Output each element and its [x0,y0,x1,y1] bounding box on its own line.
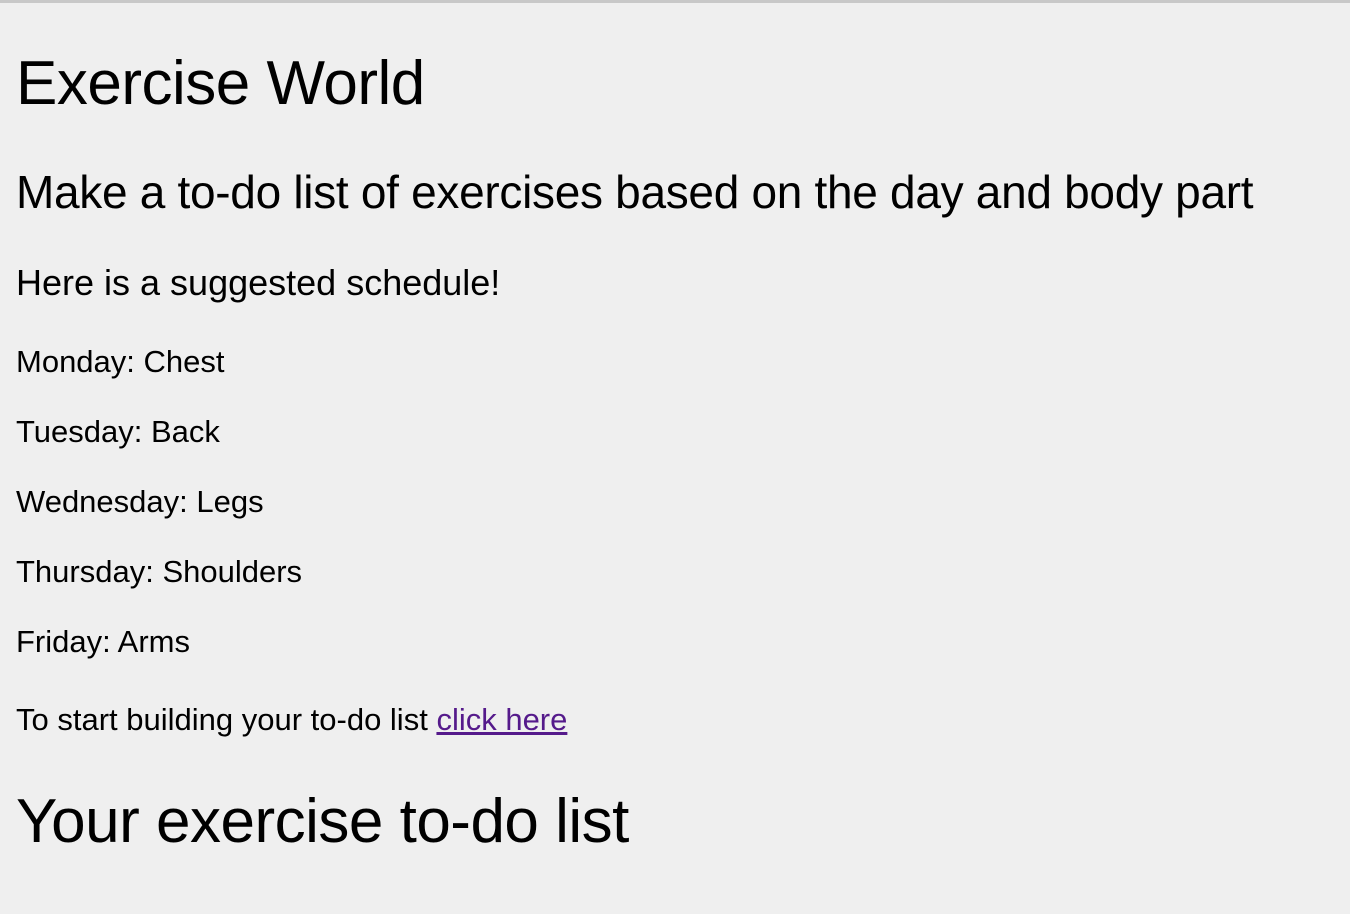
schedule-item-monday: Monday: Chest [16,344,225,379]
todo-list-heading: Your exercise to-do list [16,787,629,856]
schedule-item-friday: Friday: Arms [16,624,190,659]
top-border [0,0,1350,3]
click-here-link[interactable]: click here [436,702,567,737]
schedule-heading: Here is a suggested schedule! [16,262,501,303]
schedule-item-thursday: Thursday: Shoulders [16,554,303,589]
cta-text: To start building your to-do list [16,702,437,737]
schedule-item-wednesday: Wednesday: Legs [16,484,264,519]
page-title: Exercise World [16,49,425,118]
cta-line: To start building your to-do list click … [16,702,567,738]
schedule-item-tuesday: Tuesday: Back [16,414,220,449]
page-subtitle: Make a to-do list of exercises based on … [16,166,1254,218]
